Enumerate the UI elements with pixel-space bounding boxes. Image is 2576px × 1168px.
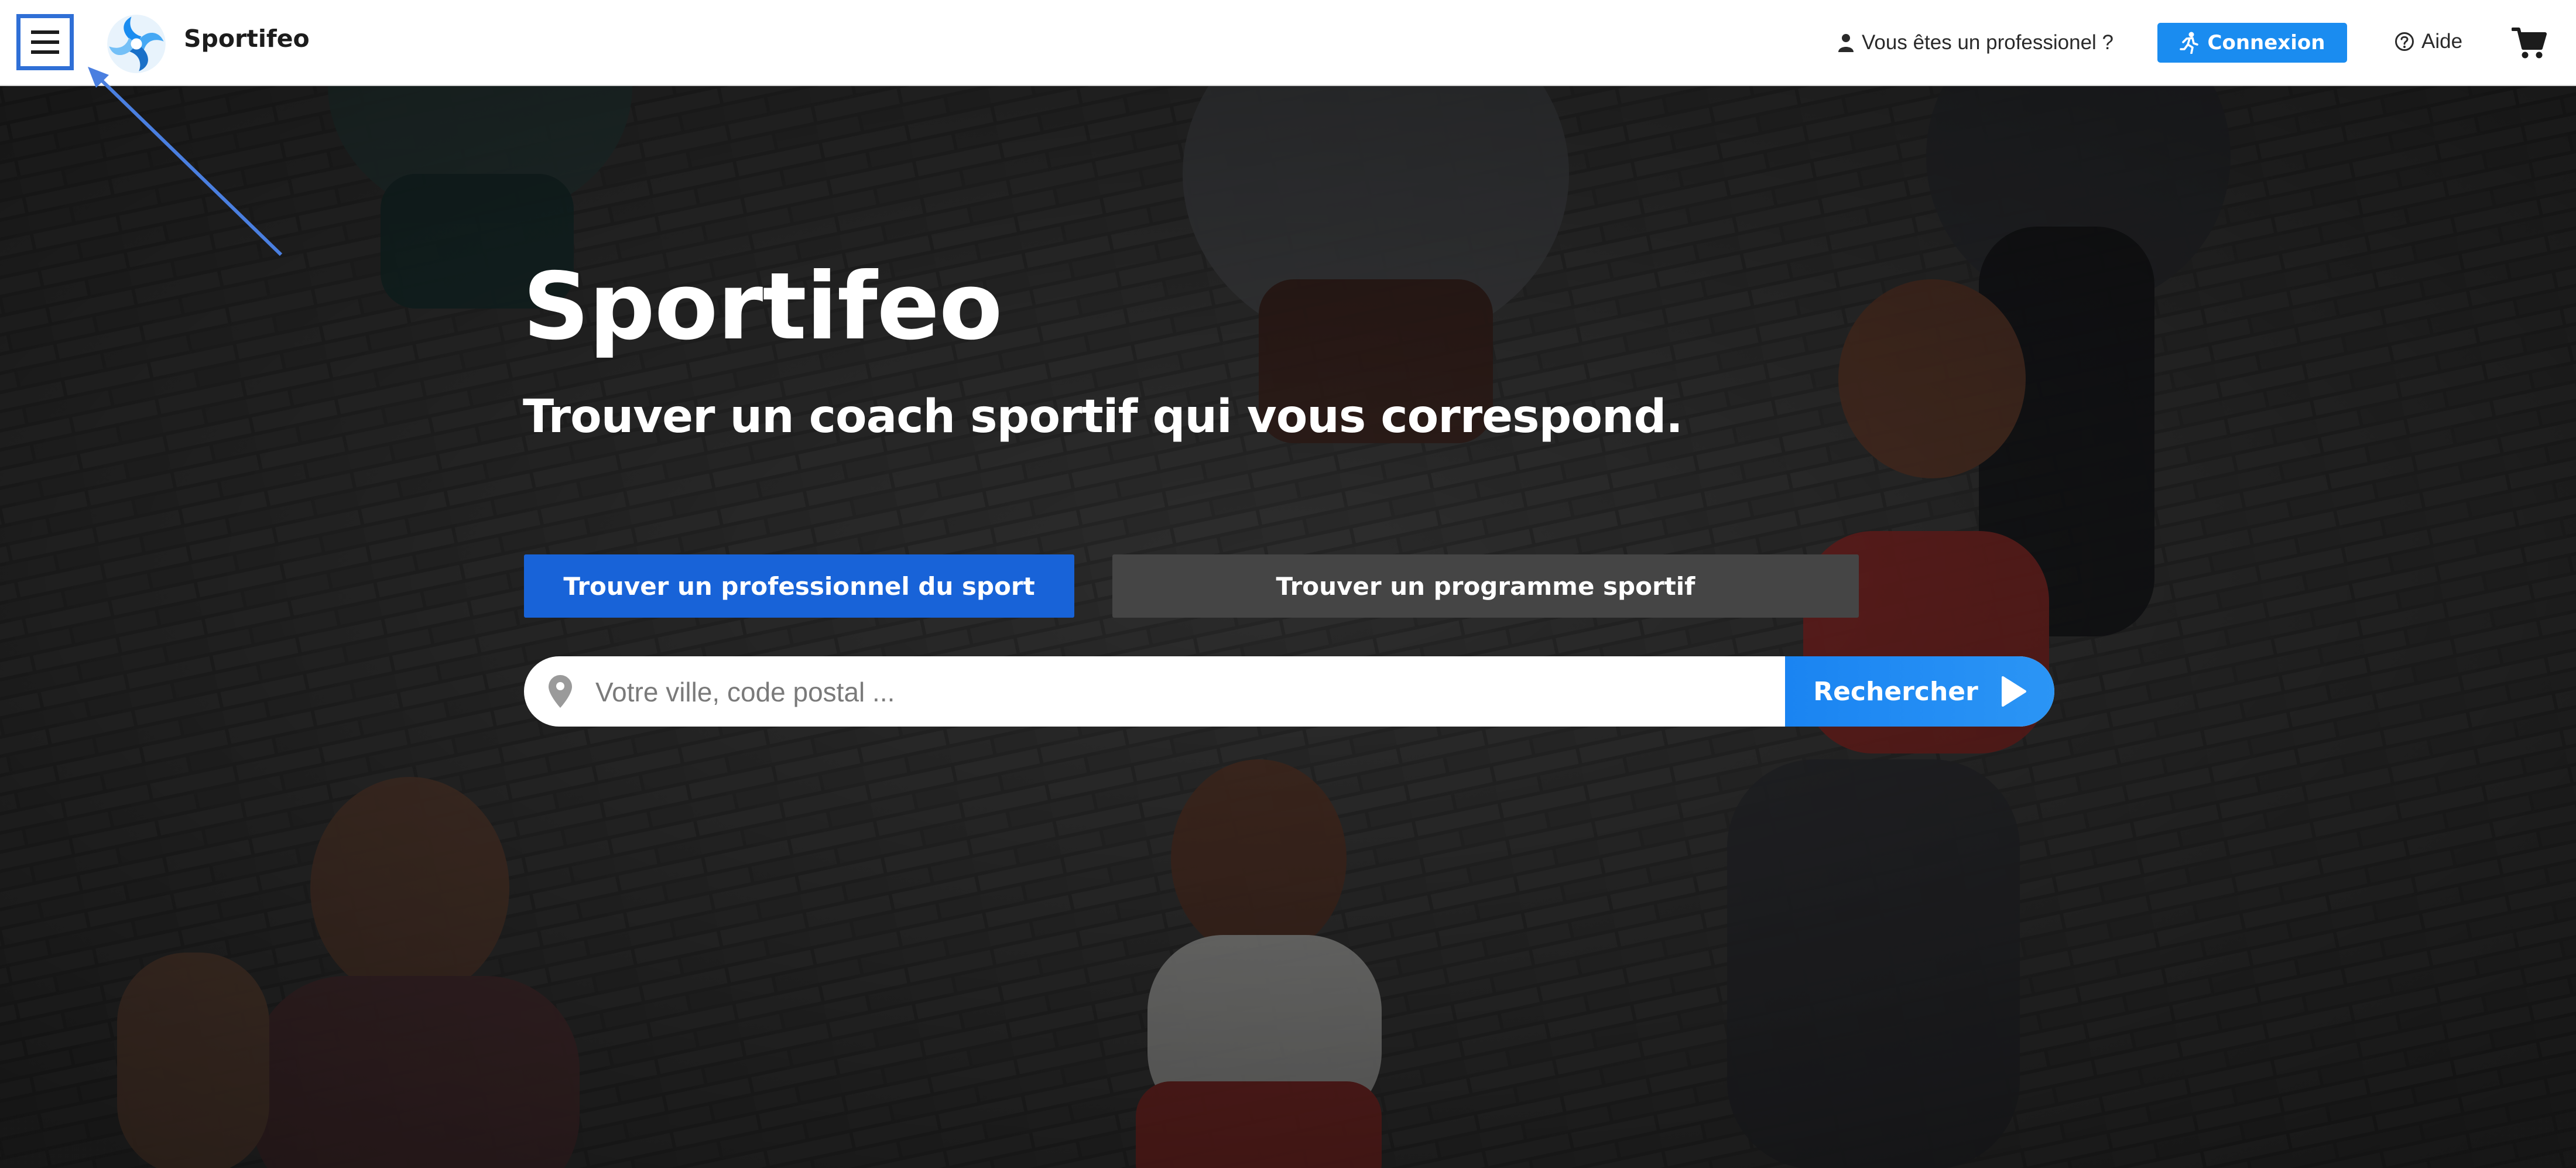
runner-icon [2179, 32, 2198, 54]
shopping-cart-icon[interactable] [2512, 26, 2547, 60]
sportifeo-logo-icon[interactable] [105, 13, 167, 75]
pro-link[interactable]: Vous êtes un professionel ? [1838, 28, 2113, 57]
login-button[interactable]: Connexion [2157, 23, 2347, 63]
question-circle-icon [2395, 32, 2414, 51]
help-link[interactable]: Aide [2395, 27, 2462, 56]
tab-find-program[interactable]: Trouver un programme sportif [1112, 554, 1859, 618]
login-label: Connexion [2207, 31, 2325, 54]
play-triangle-icon [2001, 676, 2026, 707]
pro-link-label: Vous êtes un professionel ? [1862, 31, 2114, 54]
search-bar: Rechercher [524, 656, 2054, 727]
search-button[interactable]: Rechercher [1785, 656, 2054, 727]
hero-background-image [0, 86, 2576, 1168]
hero-title: Sportifeo [523, 253, 1002, 361]
hero-subtitle: Trouver un coach sportif qui vous corres… [523, 391, 1683, 443]
tab-find-professional[interactable]: Trouver un professionnel du sport [524, 554, 1074, 618]
hamburger-menu-icon [31, 30, 59, 54]
hero-section: Sportifeo Trouver un coach sportif qui v… [0, 86, 2576, 1168]
menu-button[interactable] [16, 14, 74, 70]
user-icon [1838, 34, 1854, 52]
map-pin-icon [549, 675, 572, 708]
top-header: Sportifeo Vous êtes un professionel ? Co… [0, 0, 2576, 86]
search-button-label: Rechercher [1813, 676, 1978, 707]
location-search-input[interactable] [594, 656, 1709, 727]
help-label: Aide [2421, 30, 2463, 53]
brand-name[interactable]: Sportifeo [184, 25, 310, 53]
